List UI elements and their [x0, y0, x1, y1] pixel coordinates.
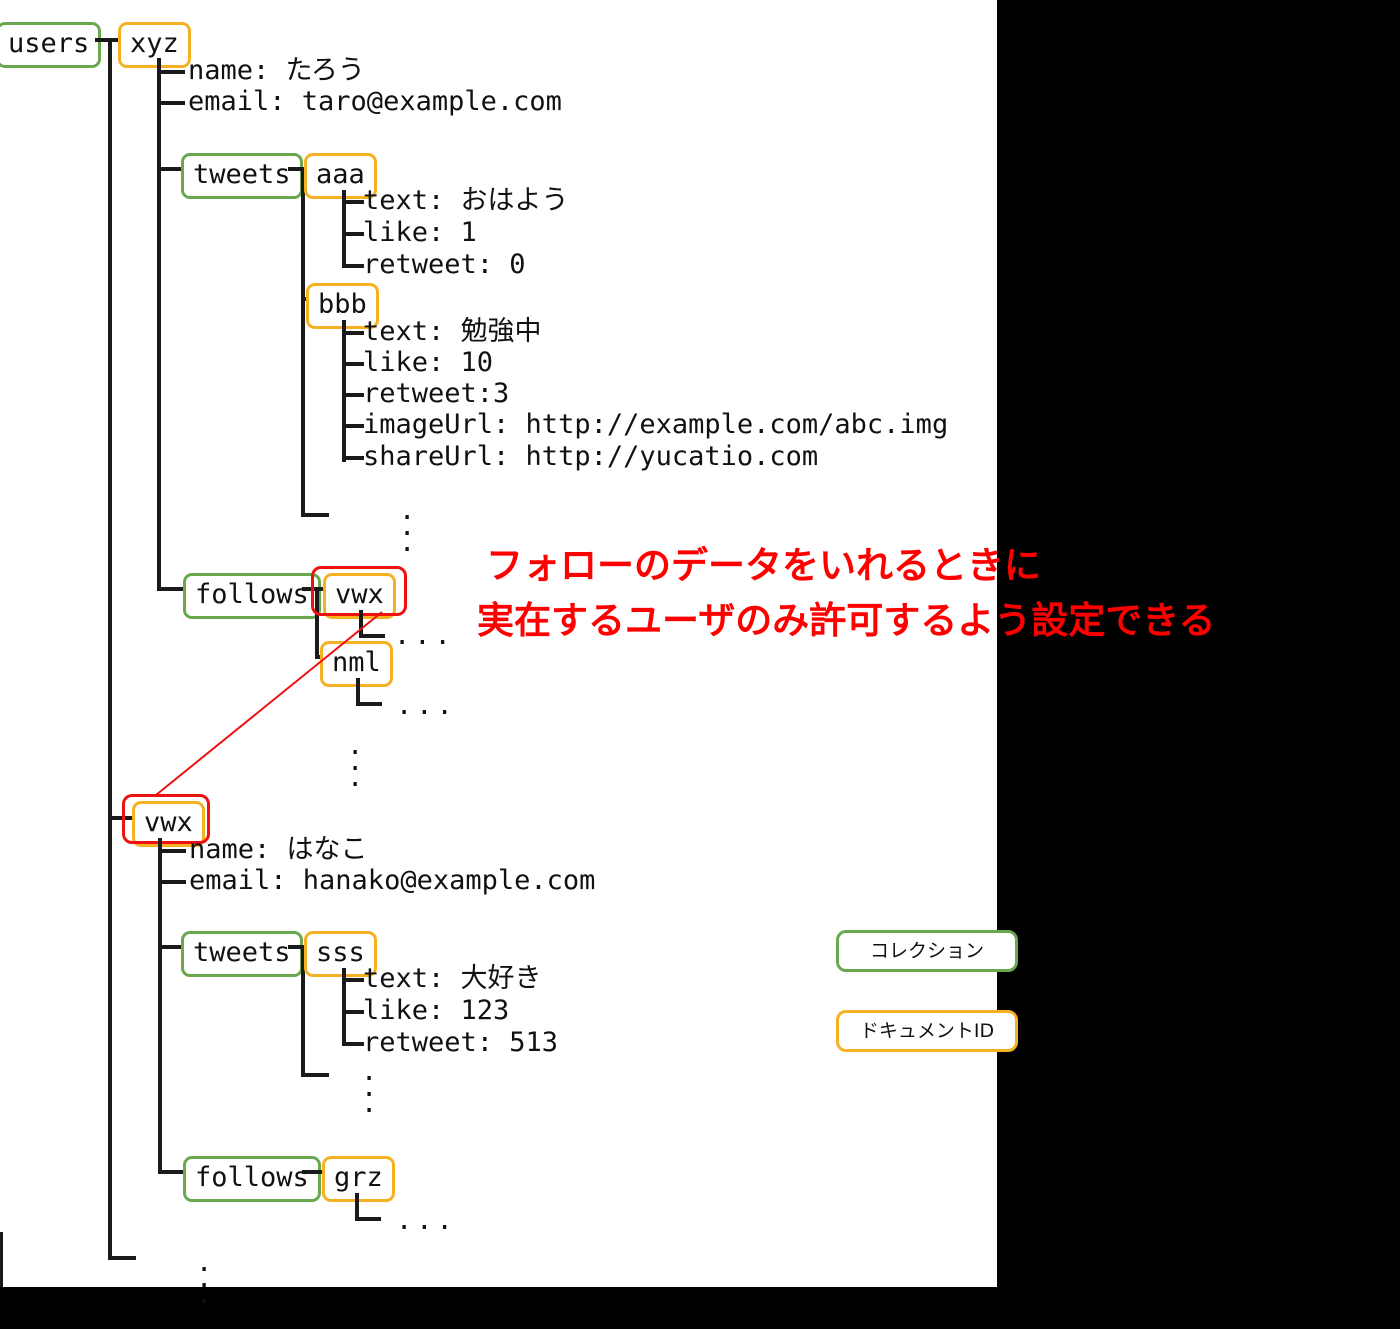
annotation-line-2: 実在するユーザのみ許可するよう設定できる — [477, 599, 1216, 642]
legend-document-id: ドキュメントID — [836, 1010, 1018, 1052]
legend-collection: コレクション — [836, 930, 1018, 972]
diagram-stage: users xyz name: たろう email: taro@example.… — [0, 0, 1400, 1329]
annotation-line-1: フォローのデータをいれるときに — [486, 544, 1041, 587]
reference-line-follows-vwx — [155, 611, 383, 796]
